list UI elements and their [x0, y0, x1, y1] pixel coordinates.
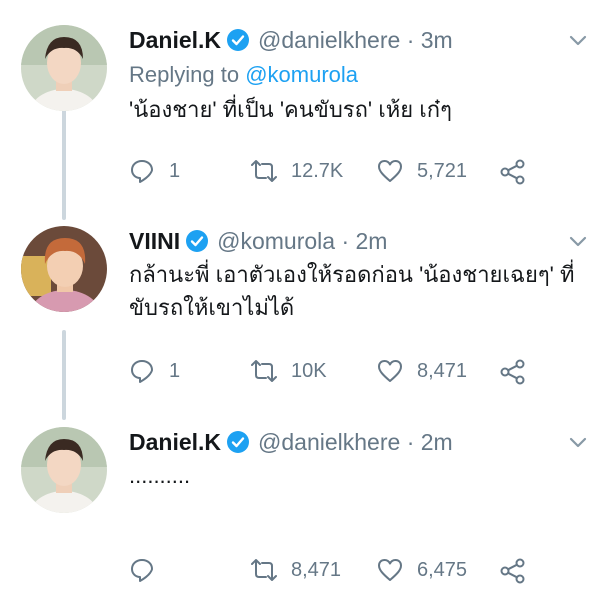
- like-count: 5,721: [417, 159, 468, 182]
- like-count: 8,471: [417, 359, 468, 382]
- share-button[interactable]: [499, 557, 527, 590]
- retweet-button[interactable]: 12.7K: [251, 158, 343, 184]
- retweet-count: 12.7K: [291, 159, 344, 182]
- display-name[interactable]: VIINI: [129, 228, 180, 255]
- replying-to-handle[interactable]: @komurola: [245, 62, 358, 87]
- share-icon: [500, 159, 525, 185]
- like-icon: [378, 360, 402, 382]
- avatar[interactable]: [21, 226, 107, 312]
- reply-button[interactable]: 1: [129, 158, 180, 184]
- chevron-down-icon[interactable]: [567, 431, 589, 453]
- tweet[interactable]: VIINI @komurola · 2m กล้านะพี่ เอาตัวเอง…: [0, 226, 607, 401]
- share-icon: [500, 558, 525, 584]
- verified-badge-icon: [227, 29, 250, 51]
- chevron-down-icon[interactable]: [567, 230, 589, 252]
- tweet-text: 'น้องชาย' ที่เป็น 'คนขับรถ' เห้ย เก๋ๆ: [129, 97, 452, 122]
- tweet[interactable]: Daniel.K @danielkhere · 3m Replying to @…: [0, 25, 607, 200]
- share-button[interactable]: [499, 158, 527, 191]
- tweet-actions: 1 10K 8,471: [129, 358, 569, 388]
- tweet-actions: 8,471 6,475: [129, 557, 569, 587]
- like-icon: [378, 160, 402, 182]
- like-count: 6,475: [417, 558, 468, 581]
- display-name[interactable]: Daniel.K: [129, 27, 221, 54]
- retweet-icon: [251, 160, 277, 182]
- like-button[interactable]: 5,721: [377, 158, 467, 184]
- like-button[interactable]: 6,475: [377, 557, 467, 583]
- tweet-text: ..........: [129, 463, 191, 488]
- reply-icon: [131, 160, 153, 183]
- verified-badge-icon: [227, 431, 250, 453]
- replying-to: Replying to @komurola: [129, 62, 358, 88]
- tweet[interactable]: Daniel.K @danielkhere · 2m .......... 8,…: [0, 427, 607, 597]
- retweet-icon: [251, 360, 277, 382]
- reply-count: 1: [169, 359, 181, 382]
- verified-badge-icon: [186, 230, 209, 252]
- handle-and-time[interactable]: @danielkhere · 3m: [258, 27, 453, 54]
- retweet-button[interactable]: 10K: [251, 358, 327, 384]
- reply-count: 1: [169, 159, 181, 182]
- retweet-count: 8,471: [291, 558, 342, 581]
- retweet-count: 10K: [291, 359, 327, 382]
- avatar[interactable]: [21, 25, 107, 111]
- share-icon: [500, 359, 525, 385]
- handle-and-time[interactable]: @komurola · 2m: [217, 228, 387, 255]
- chevron-down-icon[interactable]: [567, 29, 589, 51]
- reply-icon: [131, 559, 153, 582]
- tweet-actions: 1 12.7K 5,721: [129, 158, 569, 188]
- replying-to-label: Replying to: [129, 62, 246, 87]
- retweet-icon: [251, 559, 277, 581]
- like-button[interactable]: 8,471: [377, 358, 467, 384]
- like-icon: [378, 559, 402, 581]
- tweet-text: กล้านะพี่ เอาตัวเองให้รอดก่อน 'น้องชายเฉ…: [129, 262, 575, 320]
- reply-icon: [131, 360, 153, 383]
- display-name[interactable]: Daniel.K: [129, 429, 221, 456]
- reply-button[interactable]: 1: [129, 358, 180, 384]
- avatar[interactable]: [21, 427, 107, 513]
- handle-and-time[interactable]: @danielkhere · 2m: [258, 429, 453, 456]
- share-button[interactable]: [499, 358, 527, 391]
- reply-button[interactable]: [129, 557, 169, 583]
- retweet-button[interactable]: 8,471: [251, 557, 341, 583]
